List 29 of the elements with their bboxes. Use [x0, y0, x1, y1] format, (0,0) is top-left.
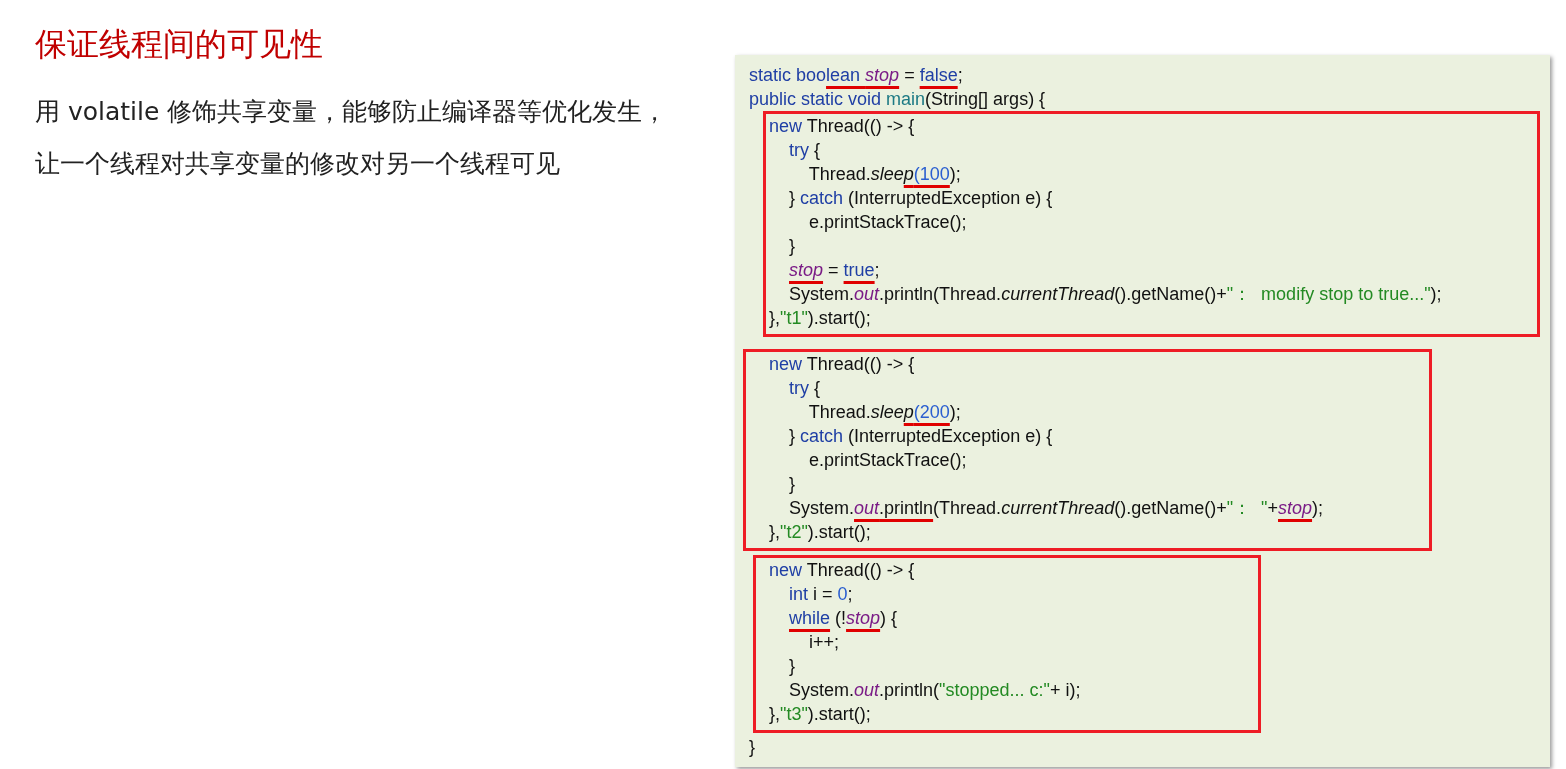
description-text: 用 volatile 修饰共享变量，能够防止编译器等优化发生，让一个线程对共享变量的修改对另一个线程可见: [35, 96, 669, 180]
slide-title: 保证线程间的可见性: [35, 24, 324, 64]
code-line: public static void main(String[] args) {: [749, 88, 1046, 111]
code-line: }: [788, 473, 796, 496]
code-line: e.printStackTrace();: [808, 449, 967, 472]
code-line: i++;: [808, 631, 840, 654]
code-line: System.out.println(Thread.currentThread().getName()+"： modify stop to true...");: [788, 283, 1442, 306]
code-line: },"t1").start();: [768, 307, 871, 330]
code-line: e.printStackTrace();: [808, 211, 967, 234]
code-line: }: [788, 235, 796, 258]
code-line: }: [749, 736, 755, 759]
code-line: System.out.println(Thread.currentThread().getName()+"： "+stop);: [788, 497, 1324, 520]
code-line: while (!stop) {: [788, 607, 898, 630]
code-line: try {: [788, 139, 821, 162]
code-line: Thread.sleep(200);: [807, 401, 961, 424]
code-line: },"t2").start();: [768, 521, 871, 544]
code-line: int i = 0;: [788, 583, 853, 606]
code-line: stop = true;: [788, 259, 880, 282]
code-line: }: [788, 655, 796, 678]
code-line: System.out.println("stopped... c:"+ i);: [788, 679, 1081, 702]
code-line: } catch (InterruptedException e) {: [788, 425, 1053, 448]
code-line: new Thread(() -> {: [768, 115, 915, 138]
code-line: static boolean stop = false;: [749, 64, 963, 87]
code-line: new Thread(() -> {: [768, 353, 915, 376]
code-line: } catch (InterruptedException e) {: [788, 187, 1053, 210]
code-line: Thread.sleep(100);: [807, 163, 961, 186]
code-line: new Thread(() -> {: [768, 559, 915, 582]
code-line: },"t3").start();: [768, 703, 871, 726]
code-line: try {: [788, 377, 821, 400]
